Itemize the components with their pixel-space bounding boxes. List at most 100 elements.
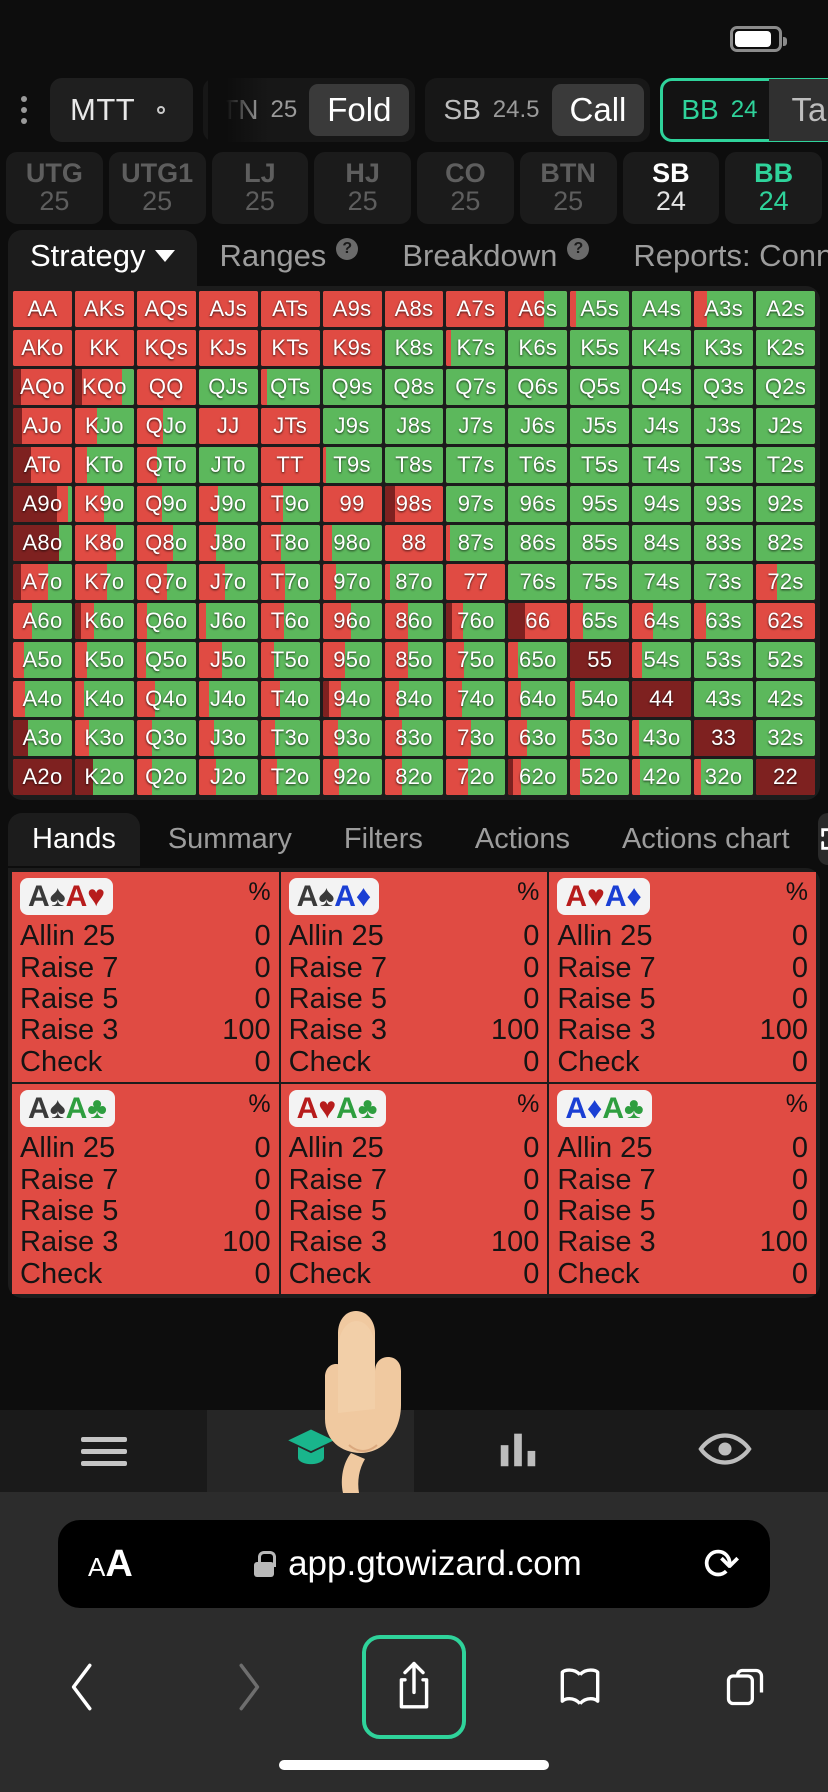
matrix-cell[interactable]: K4s [632,330,692,366]
matrix-cell[interactable]: K2o [74,759,134,795]
matrix-cell[interactable]: Q9s [322,369,382,405]
matrix-cell[interactable]: J3s [694,408,754,444]
matrix-cell[interactable]: Q2o [136,759,196,795]
matrix-cell[interactable]: Q6o [136,603,196,639]
matrix-cell[interactable]: 98o [322,525,382,561]
seat-bb[interactable]: BB 24 Take action [660,78,828,142]
matrix-cell[interactable]: KTs [260,330,320,366]
seat-action-button[interactable]: Call [551,84,645,136]
hands-tab-hands[interactable]: Hands [8,812,140,866]
tabs-icon[interactable] [662,1665,828,1709]
matrix-cell[interactable]: 87s [446,525,506,561]
matrix-cell[interactable]: K8o [74,525,134,561]
matrix-cell[interactable]: J3o [198,720,258,756]
matrix-cell[interactable]: 22 [756,759,815,795]
matrix-cell[interactable]: A7o [13,564,72,600]
strategy-tab-reports-connectedness[interactable]: Reports: Connectedness [611,230,828,286]
matrix-cell[interactable]: T9s [322,447,382,483]
matrix-cell[interactable]: AKs [74,291,134,327]
matrix-cell[interactable]: 92o [322,759,382,795]
matrix-cell[interactable]: T4o [260,681,320,717]
hands-tab-filters[interactable]: Filters [320,813,447,866]
matrix-cell[interactable]: K4o [74,681,134,717]
position-utg[interactable]: UTG 25 [6,152,103,224]
seat-sb[interactable]: SB 24.5 Call [425,78,651,142]
matrix-cell[interactable]: K7o [74,564,134,600]
url-text-container[interactable]: app.gtowizard.com [133,1544,703,1584]
matrix-cell[interactable]: J8o [198,525,258,561]
matrix-cell[interactable]: J6s [508,408,568,444]
seat-action-button[interactable]: Take action [769,79,828,141]
reload-icon[interactable]: ⟳ [703,1539,740,1590]
matrix-cell[interactable]: K7s [446,330,506,366]
matrix-cell[interactable]: K9s [322,330,382,366]
matrix-cell[interactable]: A3s [694,291,754,327]
matrix-cell[interactable]: 55 [570,642,630,678]
matrix-cell[interactable]: 33 [694,720,754,756]
hands-tab-actions-chart[interactable]: Actions chart [598,813,814,866]
matrix-cell[interactable]: Q7o [136,564,196,600]
hand-card[interactable]: A♠ A♥% Allin 25 0 Raise 7 0 Raise 5 0 Raise 3 100… [12,872,279,1082]
matrix-cell[interactable]: J5s [570,408,630,444]
matrix-cell[interactable]: 43s [694,681,754,717]
matrix-cell[interactable]: K9o [74,486,134,522]
matrix-cell[interactable]: QJo [136,408,196,444]
matrix-cell[interactable]: JJ [198,408,258,444]
matrix-cell[interactable]: KJs [198,330,258,366]
matrix-cell[interactable]: T8o [260,525,320,561]
matrix-cell[interactable]: 98s [384,486,444,522]
matrix-cell[interactable]: T6o [260,603,320,639]
matrix-cell[interactable]: AQo [13,369,72,405]
matrix-cell[interactable]: K3s [694,330,754,366]
matrix-cell[interactable]: 54s [632,642,692,678]
matrix-cell[interactable]: AJo [13,408,72,444]
matrix-cell[interactable]: 83o [384,720,444,756]
hands-tab-actions[interactable]: Actions [451,813,594,866]
matrix-cell[interactable]: 64o [508,681,568,717]
position-bb[interactable]: BB 24 [725,152,822,224]
matrix-cell[interactable]: 77 [446,564,506,600]
position-lj[interactable]: LJ 25 [211,152,309,224]
matrix-cell[interactable]: T8s [384,447,444,483]
nav-graduation-cap-icon[interactable] [207,1410,414,1492]
hand-card[interactable]: A♠ A♦% Allin 25 0 Raise 7 0 Raise 5 0 Raise 3 100… [280,872,548,1082]
position-btn[interactable]: BTN 25 [519,152,617,224]
matrix-cell[interactable]: A6o [13,603,72,639]
matrix-cell[interactable]: K8s [384,330,444,366]
matrix-cell[interactable]: 88 [384,525,444,561]
strategy-tab-ranges[interactable]: Ranges? [197,230,380,286]
bookmarks-icon[interactable] [497,1665,663,1709]
kebab-menu-icon[interactable] [8,96,40,124]
position-hj[interactable]: HJ 25 [314,152,411,224]
matrix-cell[interactable]: J8s [384,408,444,444]
matrix-cell[interactable]: T4s [632,447,692,483]
matrix-cell[interactable]: 97s [446,486,506,522]
matrix-cell[interactable]: J9s [322,408,382,444]
matrix-cell[interactable]: 76s [508,564,568,600]
matrix-cell[interactable]: 52s [756,642,815,678]
matrix-cell[interactable]: 76o [446,603,506,639]
matrix-cell[interactable]: A7s [446,291,506,327]
matrix-cell[interactable]: 93s [694,486,754,522]
matrix-cell[interactable]: ATo [13,447,72,483]
position-co[interactable]: CO 25 [417,152,514,224]
matrix-cell[interactable]: 82s [756,525,815,561]
matrix-cell[interactable]: A5s [570,291,630,327]
matrix-cell[interactable]: A9o [13,486,72,522]
matrix-cell[interactable]: QQ [136,369,196,405]
matrix-cell[interactable]: 63o [508,720,568,756]
matrix-cell[interactable]: 32o [694,759,754,795]
matrix-cell[interactable]: A2s [756,291,815,327]
share-icon[interactable] [331,1635,497,1739]
matrix-cell[interactable]: 85s [570,525,630,561]
matrix-cell[interactable]: 44 [632,681,692,717]
matrix-cell[interactable]: 53o [570,720,630,756]
matrix-cell[interactable]: 95o [322,642,382,678]
matrix-cell[interactable]: J2o [198,759,258,795]
matrix-cell[interactable]: A4s [632,291,692,327]
matrix-cell[interactable]: 72o [446,759,506,795]
matrix-cell[interactable]: A4o [13,681,72,717]
matrix-cell[interactable]: 84o [384,681,444,717]
matrix-cell[interactable]: JTo [198,447,258,483]
matrix-cell[interactable]: TT [260,447,320,483]
